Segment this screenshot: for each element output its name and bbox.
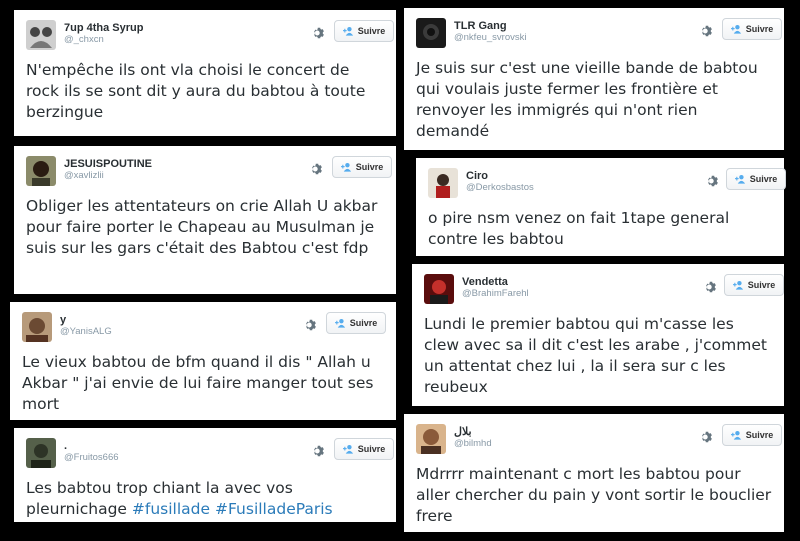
tweet-text: Lundi le premier babtou qui m'casse les … [424,315,767,396]
hashtag-link[interactable]: #fusillade [132,500,210,518]
tweet-header: . @Fruitos666 Suivre [26,438,394,472]
tweet-header: Vendetta @BrahimFarehl Suivre [424,274,784,308]
hashtag-link[interactable]: #FusilladeParis [215,500,333,518]
follow-label: Suivre [357,26,386,36]
follow-button[interactable]: Suivre [334,20,394,42]
display-name[interactable]: . [64,440,119,453]
follow-user-icon [730,430,741,440]
avatar[interactable] [22,312,52,342]
display-name[interactable]: Ciro [466,170,534,183]
user-handle[interactable]: @YanisALG [60,326,112,338]
tweet-text: Obliger les attentateurs on crie Allah U… [26,197,378,257]
user-handle[interactable]: @_chxcn [64,34,143,46]
follow-button[interactable]: Suivre [722,18,782,40]
tweet-card: Ciro @Derkosbastos Suivre o pire nsm ven… [416,158,786,256]
tweet-text: Les babtou trop chiant la avec vos pleur… [26,478,384,520]
user-handle[interactable]: @xavlizlii [64,170,152,182]
tweet-card: TLR Gang @nkfeu_svrovski Suivre Je suis … [404,8,784,150]
user-handle[interactable]: @Fruitos666 [64,452,119,464]
follow-label: Suivre [749,174,778,184]
tweet-text: o pire nsm venez on fait 1tape general c… [428,209,730,248]
tweet-text: Le vieux babtou de bfm quand il dis " Al… [22,353,374,413]
display-name[interactable]: JESUISPOUTINE [64,158,152,171]
display-name[interactable]: 7up 4tha Syrup [64,22,143,35]
user-handle[interactable]: @bilmhd [454,438,492,450]
tweet-text: N'empêche ils ont vla choisi le concert … [26,61,366,121]
follow-button[interactable]: Suivre [722,424,782,446]
author-names: y @YanisALG [60,314,112,338]
follow-button[interactable]: Suivre [724,274,784,296]
user-handle[interactable]: @nkfeu_svrovski [454,32,526,44]
display-name[interactable]: بلال [454,426,492,439]
follow-user-icon [730,24,741,34]
user-handle[interactable]: @Derkosbastos [466,182,534,194]
tweet-card: . @Fruitos666 Suivre Les babtou trop chi… [14,428,396,522]
tweet-header: y @YanisALG Suivre [22,312,386,346]
follow-label: Suivre [355,162,384,172]
avatar[interactable] [26,20,56,50]
gear-icon[interactable] [304,318,318,332]
follow-label: Suivre [745,24,774,34]
display-name[interactable]: y [60,314,112,327]
follow-user-icon [732,280,743,290]
avatar[interactable] [428,168,458,198]
tweet-header: JESUISPOUTINE @xavlizlii Suivre [26,156,392,190]
gear-icon[interactable] [706,174,720,188]
author-names: TLR Gang @nkfeu_svrovski [454,20,526,44]
tweet-card: بلال @bilmhd Suivre Mdrrrr maintenant c … [404,414,784,532]
tweet-card: y @YanisALG Suivre Le vieux babtou de bf… [10,302,396,420]
tweet-header: Ciro @Derkosbastos Suivre [428,168,786,202]
follow-user-icon [734,174,745,184]
tweet-header: TLR Gang @nkfeu_svrovski Suivre [416,18,782,52]
follow-button[interactable]: Suivre [334,438,394,460]
avatar[interactable] [26,156,56,186]
gear-icon[interactable] [310,162,324,176]
follow-label: Suivre [349,318,378,328]
follow-user-icon [334,318,345,328]
gear-icon[interactable] [700,430,714,444]
follow-user-icon [342,26,353,36]
follow-user-icon [342,444,353,454]
tweet-card: 7up 4tha Syrup @_chxcn Suivre N'empêche … [14,10,396,136]
tweet-header: 7up 4tha Syrup @_chxcn Suivre [26,20,394,54]
author-names: JESUISPOUTINE @xavlizlii [64,158,152,182]
follow-label: Suivre [357,444,386,454]
author-names: Vendetta @BrahimFarehl [462,276,529,300]
avatar[interactable] [416,18,446,48]
author-names: . @Fruitos666 [64,440,119,464]
tweet-card: JESUISPOUTINE @xavlizlii Suivre Obliger … [14,146,396,294]
tweet-card: Vendetta @BrahimFarehl Suivre Lundi le p… [412,264,784,406]
author-names: بلال @bilmhd [454,426,492,450]
avatar[interactable] [26,438,56,468]
avatar[interactable] [416,424,446,454]
follow-user-icon [340,162,351,172]
tweet-header: بلال @bilmhd Suivre [416,424,782,458]
author-names: 7up 4tha Syrup @_chxcn [64,22,143,46]
user-handle[interactable]: @BrahimFarehl [462,288,529,300]
avatar[interactable] [424,274,454,304]
gear-icon[interactable] [312,444,326,458]
gear-icon[interactable] [312,26,326,40]
follow-label: Suivre [745,430,774,440]
display-name[interactable]: Vendetta [462,276,529,289]
follow-label: Suivre [747,280,776,290]
follow-button[interactable]: Suivre [332,156,392,178]
tweet-text: Mdrrrr maintenant c mort les babtou pour… [416,465,772,525]
follow-button[interactable]: Suivre [726,168,786,190]
gear-icon[interactable] [704,280,718,294]
author-names: Ciro @Derkosbastos [466,170,534,194]
tweet-text: Je suis sur c'est une vieille bande de b… [416,59,758,140]
gear-icon[interactable] [700,24,714,38]
follow-button[interactable]: Suivre [326,312,386,334]
display-name[interactable]: TLR Gang [454,20,526,33]
